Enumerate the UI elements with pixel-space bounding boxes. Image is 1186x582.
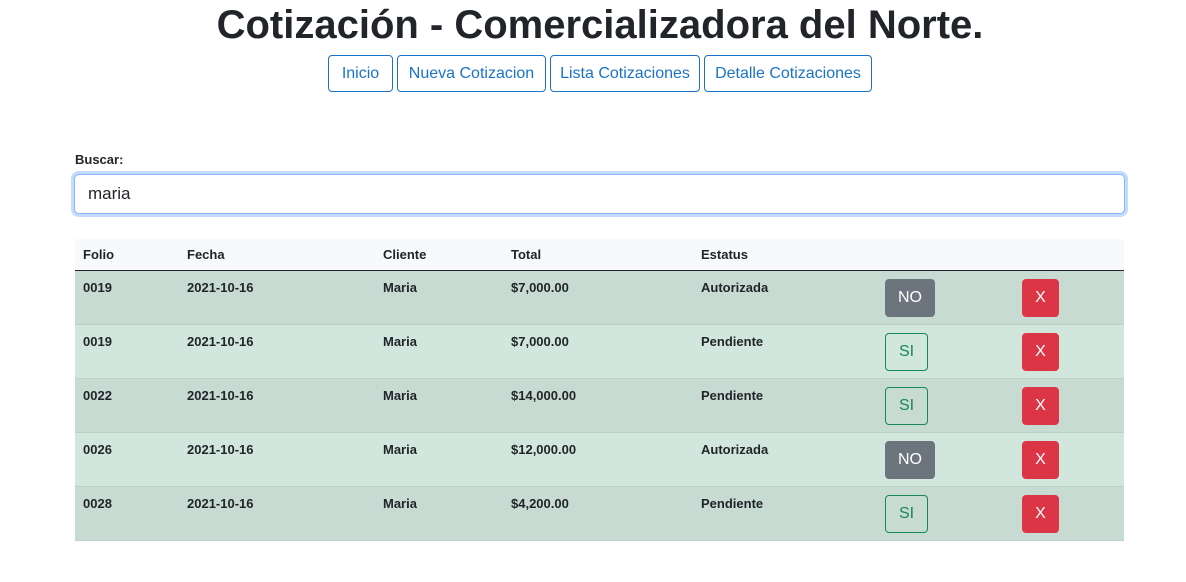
cell-folio: 0019: [75, 324, 179, 379]
table-header-row: Folio Fecha Cliente Total Estatus: [75, 239, 1124, 271]
cell-total: $7,000.00: [503, 324, 693, 379]
cell-delete: X: [1014, 378, 1124, 433]
cell-toggle: SI: [877, 324, 1014, 379]
cell-total: $14,000.00: [503, 378, 693, 433]
cell-fecha: 2021-10-16: [179, 270, 375, 325]
cell-delete: X: [1014, 324, 1124, 379]
column-header-total: Total: [503, 239, 693, 271]
cell-total: $4,200.00: [503, 486, 693, 541]
cell-cliente: Maria: [375, 432, 503, 487]
column-header-action-delete: [1014, 239, 1124, 271]
table-row: 0019 2021-10-16 Maria $7,000.00 Pendient…: [75, 324, 1124, 379]
delete-button[interactable]: X: [1022, 333, 1059, 371]
cell-delete: X: [1014, 270, 1124, 325]
cell-toggle: SI: [877, 486, 1014, 541]
table-row: 0019 2021-10-16 Maria $7,000.00 Autoriza…: [75, 270, 1124, 325]
nav-lista-cotizaciones-button[interactable]: Lista Cotizaciones: [550, 55, 700, 92]
cell-toggle: SI: [877, 378, 1014, 433]
cell-toggle: NO: [877, 270, 1014, 325]
nav-inicio-button[interactable]: Inicio: [328, 55, 393, 92]
cell-delete: X: [1014, 486, 1124, 541]
column-header-fecha: Fecha: [179, 239, 375, 271]
cell-cliente: Maria: [375, 486, 503, 541]
cell-fecha: 2021-10-16: [179, 486, 375, 541]
cell-estatus: Autorizada: [693, 432, 877, 487]
cell-estatus: Pendiente: [693, 486, 877, 541]
table-row: 0022 2021-10-16 Maria $14,000.00 Pendien…: [75, 378, 1124, 433]
delete-button[interactable]: X: [1022, 441, 1059, 479]
table-row: 0028 2021-10-16 Maria $4,200.00 Pendient…: [75, 486, 1124, 541]
search-input[interactable]: [74, 174, 1125, 214]
delete-button[interactable]: X: [1022, 495, 1059, 533]
cell-cliente: Maria: [375, 378, 503, 433]
toggle-si-button[interactable]: SI: [885, 333, 928, 371]
cell-fecha: 2021-10-16: [179, 324, 375, 379]
table-row: 0026 2021-10-16 Maria $12,000.00 Autoriz…: [75, 432, 1124, 487]
cell-fecha: 2021-10-16: [179, 432, 375, 487]
column-header-cliente: Cliente: [375, 239, 503, 271]
cell-toggle: NO: [877, 432, 1014, 487]
toggle-si-button[interactable]: SI: [885, 387, 928, 425]
quotes-table: Folio Fecha Cliente Total Estatus 0019 2…: [75, 239, 1124, 541]
nav-nueva-cotizacion-button[interactable]: Nueva Cotizacion: [397, 55, 546, 92]
cell-total: $12,000.00: [503, 432, 693, 487]
cell-folio: 0019: [75, 270, 179, 325]
cell-cliente: Maria: [375, 270, 503, 325]
column-header-folio: Folio: [75, 239, 179, 271]
cell-delete: X: [1014, 432, 1124, 487]
cell-cliente: Maria: [375, 324, 503, 379]
nav-detalle-cotizaciones-button[interactable]: Detalle Cotizaciones: [704, 55, 872, 92]
cell-folio: 0028: [75, 486, 179, 541]
cell-estatus: Autorizada: [693, 270, 877, 325]
delete-button[interactable]: X: [1022, 279, 1059, 317]
cell-total: $7,000.00: [503, 270, 693, 325]
search-label: Buscar:: [75, 152, 124, 167]
toggle-no-button[interactable]: NO: [885, 279, 935, 317]
column-header-estatus: Estatus: [693, 239, 877, 271]
delete-button[interactable]: X: [1022, 387, 1059, 425]
cell-folio: 0026: [75, 432, 179, 487]
page-title: Cotización - Comercializadora del Norte.: [216, 3, 984, 47]
cell-estatus: Pendiente: [693, 378, 877, 433]
nav-bar: Inicio Nueva Cotizacion Lista Cotizacion…: [0, 55, 1186, 92]
column-header-action-toggle: [877, 239, 1014, 271]
cell-folio: 0022: [75, 378, 179, 433]
toggle-no-button[interactable]: NO: [885, 441, 935, 479]
cell-estatus: Pendiente: [693, 324, 877, 379]
toggle-si-button[interactable]: SI: [885, 495, 928, 533]
cell-fecha: 2021-10-16: [179, 378, 375, 433]
